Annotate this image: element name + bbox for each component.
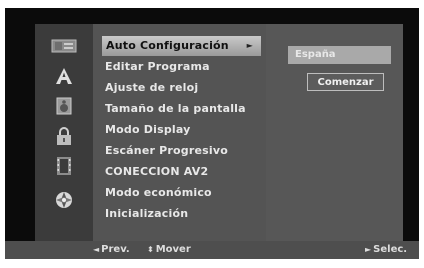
- prev-hint: ◄ Prev.: [93, 241, 130, 259]
- film-icon[interactable]: [35, 154, 93, 178]
- move-hint: ⬍ Mover: [147, 241, 191, 259]
- right-arrow-icon: ►: [365, 245, 372, 254]
- prev-label: Prev.: [101, 244, 130, 255]
- disc-icon[interactable]: [35, 34, 93, 58]
- speaker-icon[interactable]: [35, 94, 93, 118]
- select-hint: ► Selec.: [365, 241, 407, 259]
- menu-item-label: Auto Configuración: [106, 39, 229, 52]
- settings-menu: Auto Configuración ► Editar Programa Aju…: [93, 24, 266, 242]
- menu-item-inicializacion[interactable]: Inicialización: [93, 204, 266, 224]
- submenu-arrow-icon: ►: [246, 41, 253, 50]
- menu-item-modo-economico[interactable]: Modo económico: [93, 183, 266, 203]
- menu-item-ajuste-de-reloj[interactable]: Ajuste de reloj: [93, 78, 266, 98]
- setup-screen: Auto Configuración ► Editar Programa Aju…: [5, 8, 419, 259]
- lock-icon[interactable]: [35, 124, 93, 148]
- menu-item-modo-display[interactable]: Modo Display: [93, 120, 266, 140]
- left-arrow-icon: ◄: [93, 245, 100, 254]
- start-button[interactable]: Comenzar: [307, 73, 384, 91]
- menu-item-escaner-progresivo[interactable]: Escáner Progresivo: [93, 141, 266, 161]
- move-label: Mover: [155, 244, 191, 255]
- category-sidebar: [35, 24, 93, 242]
- globe-icon[interactable]: [35, 188, 93, 212]
- up-down-arrow-icon: ⬍: [147, 245, 154, 254]
- menu-item-tamano-pantalla[interactable]: Tamaño de la pantalla: [93, 99, 266, 119]
- menu-item-coneccion-av2[interactable]: CONECCION AV2: [93, 162, 266, 182]
- help-bar: ◄ Prev. ⬍ Mover ► Selec.: [5, 241, 419, 259]
- language-a-icon[interactable]: [35, 64, 93, 88]
- select-label: Selec.: [373, 244, 408, 255]
- country-option[interactable]: España: [288, 46, 391, 64]
- menu-item-editar-programa[interactable]: Editar Programa: [93, 57, 266, 77]
- menu-item-auto-configuracion[interactable]: Auto Configuración ►: [102, 36, 261, 56]
- options-pane: España Comenzar: [266, 24, 403, 242]
